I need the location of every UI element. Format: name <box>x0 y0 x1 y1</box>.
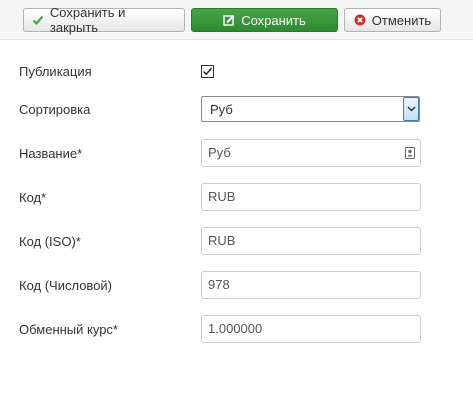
code-label: Код* <box>19 190 47 205</box>
code-numeric-value: 978 <box>208 277 230 292</box>
published-row: Публикация <box>0 64 473 94</box>
ordering-row: Сортировка Руб <box>0 96 473 126</box>
published-label: Публикация <box>19 64 92 79</box>
save-button[interactable]: Сохранить <box>191 8 338 32</box>
code-row: Код* RUB <box>0 183 473 213</box>
rate-input[interactable]: 1.000000 <box>201 315 421 343</box>
dropdown-button[interactable] <box>403 97 419 121</box>
chevron-down-icon <box>406 106 416 112</box>
ordering-label: Сортировка <box>19 102 91 117</box>
cancel-icon <box>354 14 366 26</box>
rate-row: Обменный курс* 1.000000 <box>0 315 473 345</box>
ordering-value: Руб <box>210 102 233 117</box>
code-numeric-row: Код (Числовой) 978 <box>0 271 473 301</box>
code-value: RUB <box>208 189 236 204</box>
rate-value: 1.000000 <box>208 321 263 336</box>
save-and-close-label: Сохранить и закрыть <box>49 5 126 35</box>
checkmark-icon <box>202 67 213 76</box>
code-input[interactable]: RUB <box>201 183 421 211</box>
cancel-button[interactable]: Отменить <box>344 8 441 32</box>
code-iso-row: Код (ISO)* RUB <box>0 227 473 257</box>
contact-card-icon <box>405 147 415 159</box>
save-and-close-button[interactable]: Сохранить и закрыть <box>23 5 185 35</box>
name-input[interactable]: Руб <box>201 139 421 167</box>
edit-icon <box>223 15 235 26</box>
check-icon <box>32 15 44 26</box>
code-numeric-label: Код (Числовой) <box>19 278 113 293</box>
code-iso-label: Код (ISO)* <box>19 234 81 249</box>
name-row: Название* Руб <box>0 139 473 169</box>
name-label: Название* <box>19 146 83 161</box>
published-checkbox[interactable] <box>201 65 214 78</box>
name-value: Руб <box>208 145 231 160</box>
code-numeric-input[interactable]: 978 <box>201 271 421 299</box>
code-iso-input[interactable]: RUB <box>201 227 421 255</box>
toolbar: Сохранить и закрыть Сохранить Отменить <box>0 0 473 40</box>
save-label: Сохранить <box>241 12 306 28</box>
cancel-label: Отменить <box>371 12 432 28</box>
rate-label: Обменный курс* <box>19 322 118 337</box>
code-iso-value: RUB <box>208 233 236 248</box>
ordering-select[interactable]: Руб <box>201 96 420 122</box>
